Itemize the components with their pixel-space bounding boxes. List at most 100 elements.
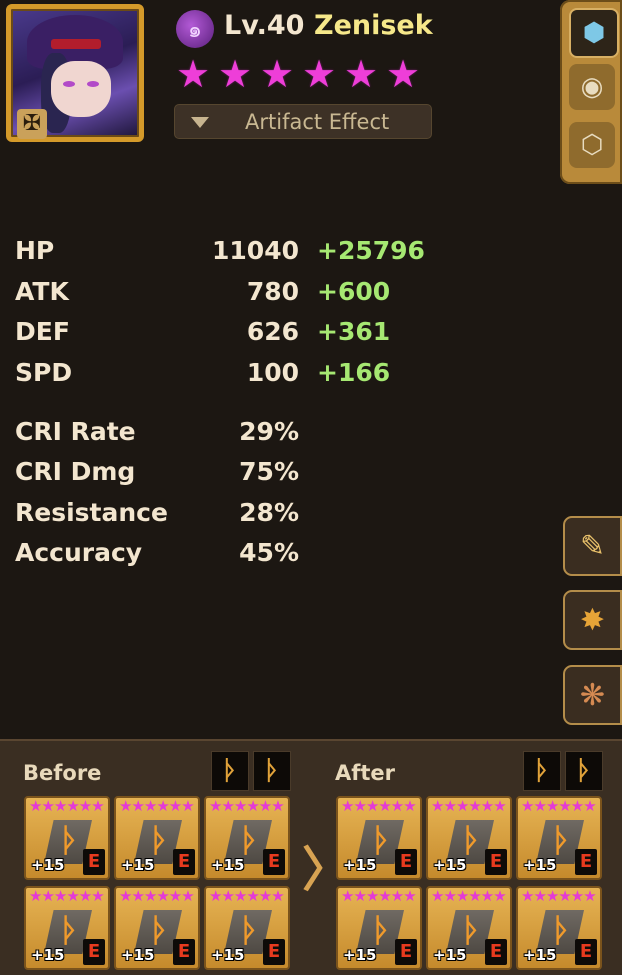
star-icon: ★ xyxy=(176,52,211,96)
rune-level: +15 xyxy=(211,946,245,964)
rune-set-glyph: ᚦ xyxy=(240,911,260,949)
monster-name: Zenisek xyxy=(314,10,433,41)
rune-stars: ★★★★★★ xyxy=(209,887,285,905)
rune-level: +15 xyxy=(523,946,557,964)
rune-stars: ★★★★★★ xyxy=(119,887,195,905)
rune-grade-badge: E xyxy=(485,849,507,875)
rune-level: +15 xyxy=(343,946,377,964)
rune-set-glyph: ᚦ xyxy=(240,821,260,859)
rune-set-glyph: ᚦ xyxy=(462,911,482,949)
stat-value-accuracy: 45% xyxy=(239,538,299,567)
stat-label-accuracy: Accuracy xyxy=(15,538,143,567)
rune-level: +15 xyxy=(211,856,245,874)
rune-slot[interactable]: ★★★★★★ ᚦ +15 E xyxy=(516,886,602,970)
rune-slot[interactable]: ★★★★★★ ᚦ +15 E xyxy=(426,796,512,880)
rune-level: +15 xyxy=(523,856,557,874)
rune-slot[interactable]: ★★★★★★ ᚦ +15 E xyxy=(336,886,422,970)
rune-stars: ★★★★★★ xyxy=(521,797,597,815)
star-icon: ★ xyxy=(218,52,253,96)
rune-stars: ★★★★★★ xyxy=(341,797,417,815)
skill-upgrade-icon[interactable]: ✸ xyxy=(563,590,622,650)
rune-set-glyph: ᚦ xyxy=(60,821,80,859)
rune-set-glyph: ᚦ xyxy=(552,911,572,949)
rune-stars: ★★★★★★ xyxy=(209,797,285,815)
rune-grade-badge: E xyxy=(173,849,195,875)
artifact-effect-dropdown[interactable]: Artifact Effect xyxy=(174,104,432,139)
stat-base-hp: 11040 xyxy=(212,236,299,265)
star-icon: ★ xyxy=(302,52,337,96)
star-icon: ★ xyxy=(260,52,295,96)
stat-label-atk: ATK xyxy=(15,277,69,306)
rune-set-icon: ᚦ xyxy=(253,751,291,791)
portrait-face xyxy=(51,61,111,117)
rune-set-glyph: ᚦ xyxy=(372,911,392,949)
after-title: After xyxy=(335,761,396,785)
rune-grade-badge: E xyxy=(575,849,597,875)
rune-grade-badge: E xyxy=(83,939,105,965)
rune-slot[interactable]: ★★★★★★ ᚦ +15 E xyxy=(426,886,512,970)
stat-bonus-spd: +166 xyxy=(317,358,391,387)
attribute-cross-icon: ✠ xyxy=(17,109,47,139)
rune-set-glyph: ᚦ xyxy=(150,911,170,949)
rune-stars: ★★★★★★ xyxy=(341,887,417,905)
rune-stars: ★★★★★★ xyxy=(431,797,507,815)
rune-grade-badge: E xyxy=(395,939,417,965)
rune-level: +15 xyxy=(121,856,155,874)
rune-grade-badge: E xyxy=(83,849,105,875)
rune-grade-badge: E xyxy=(395,849,417,875)
stat-value-resistance: 28% xyxy=(239,498,299,527)
rune-set-icon: ᚦ xyxy=(565,751,603,791)
rune-slot[interactable]: ★★★★★★ ᚦ +15 E xyxy=(204,796,290,880)
portrait-eye xyxy=(87,81,99,87)
portrait-eye xyxy=(63,81,75,87)
rune-level: +15 xyxy=(121,946,155,964)
rune-set-glyph: ᚦ xyxy=(60,911,80,949)
monster-level: Lv.40 xyxy=(224,10,305,41)
stat-bonus-atk: +600 xyxy=(317,277,391,306)
stat-value-cri-rate: 29% xyxy=(239,417,299,446)
stat-label-def: DEF xyxy=(15,317,70,346)
rune-grade-badge: E xyxy=(263,849,285,875)
stat-label-cri-rate: CRI Rate xyxy=(15,417,136,446)
rune-stars: ★★★★★★ xyxy=(29,797,105,815)
rune-tab-icon[interactable]: ⬢ xyxy=(569,8,619,58)
rune-slot[interactable]: ★★★★★★ ᚦ +15 E xyxy=(336,796,422,880)
stat-base-spd: 100 xyxy=(246,358,299,387)
remove-runes-icon[interactable]: ❋ xyxy=(563,665,622,725)
rune-grade-badge: E xyxy=(485,939,507,965)
rune-slot[interactable]: ★★★★★★ ᚦ +15 E xyxy=(24,886,110,970)
monster-stars: ★ ★ ★ ★ ★ ★ xyxy=(176,55,424,93)
stat-value-cri-dmg: 75% xyxy=(239,457,299,486)
rune-stars: ★★★★★★ xyxy=(521,887,597,905)
rune-level: +15 xyxy=(433,946,467,964)
rune-set-glyph: ᚦ xyxy=(150,821,170,859)
rune-slot[interactable]: ★★★★★★ ᚦ +15 E xyxy=(516,796,602,880)
rune-slot[interactable]: ★★★★★★ ᚦ +15 E xyxy=(204,886,290,970)
stat-label-resistance: Resistance xyxy=(15,498,168,527)
rune-slot[interactable]: ★★★★★★ ᚦ +15 E xyxy=(24,796,110,880)
rune-level: +15 xyxy=(31,946,65,964)
pencil-gear-icon[interactable]: ✎ xyxy=(563,516,622,576)
star-icon: ★ xyxy=(386,52,421,96)
stat-label-cri-dmg: CRI Dmg xyxy=(15,457,136,486)
stat-bonus-def: +361 xyxy=(317,317,391,346)
stat-label-spd: SPD xyxy=(15,358,73,387)
stat-label-hp: HP xyxy=(15,236,55,265)
before-title: Before xyxy=(23,761,102,785)
rune-grade-badge: E xyxy=(575,939,597,965)
rune-stars: ★★★★★★ xyxy=(119,797,195,815)
rune-slot[interactable]: ★★★★★★ ᚦ +15 E xyxy=(114,796,200,880)
portrait-hat-band xyxy=(51,39,101,49)
stat-base-atk: 780 xyxy=(246,277,299,306)
star-icon: ★ xyxy=(344,52,379,96)
rune-level: +15 xyxy=(343,856,377,874)
rune-set-glyph: ᚦ xyxy=(372,821,392,859)
artifact-tab-icon[interactable]: ◉ xyxy=(569,64,615,110)
rune-slot[interactable]: ★★★★★★ ᚦ +15 E xyxy=(114,886,200,970)
rune-set-icon: ᚦ xyxy=(211,751,249,791)
stat-bonus-hp: +25796 xyxy=(317,236,425,265)
side-tab-bar: ⬢ ◉ ⬡ xyxy=(560,0,622,184)
equipment-tab-icon[interactable]: ⬡ xyxy=(569,122,615,168)
rune-level: +15 xyxy=(433,856,467,874)
monster-portrait[interactable]: ✠ xyxy=(6,4,144,142)
